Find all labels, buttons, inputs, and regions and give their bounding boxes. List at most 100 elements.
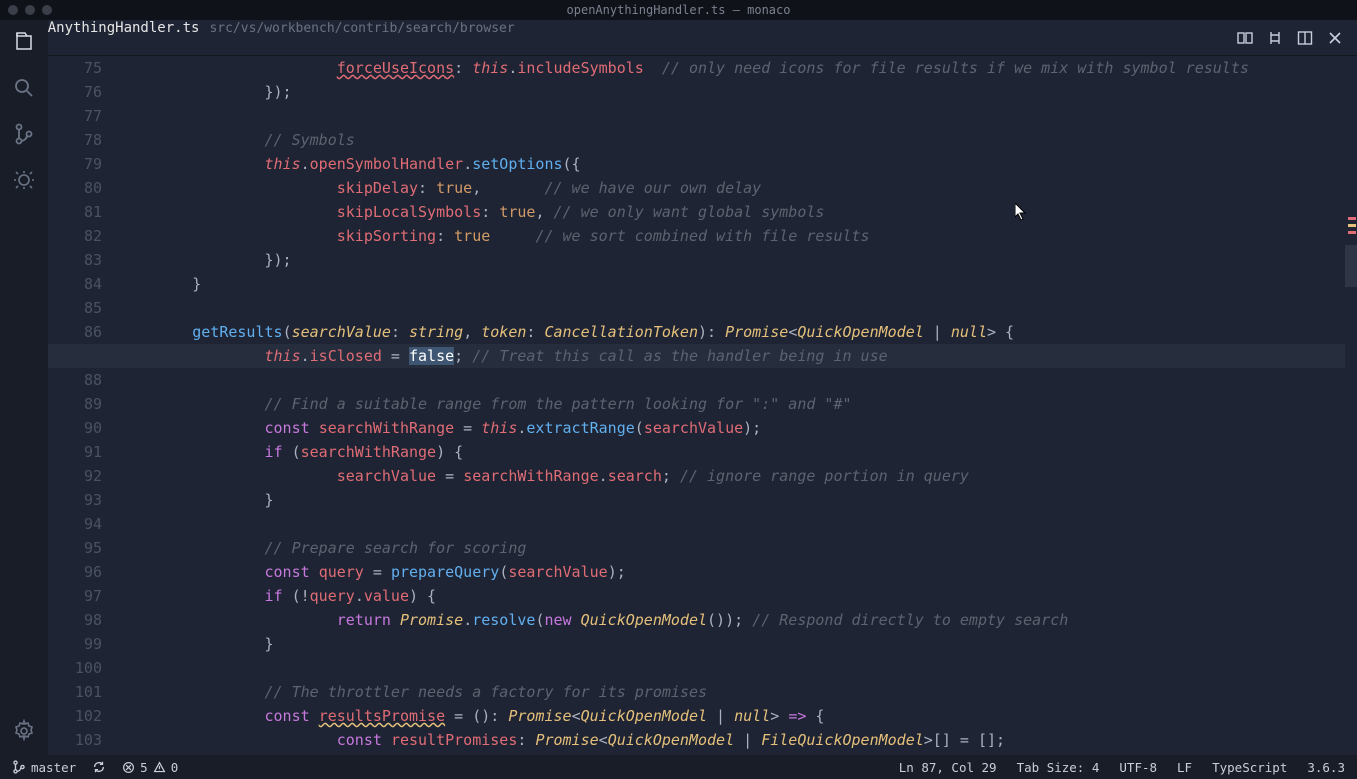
close-icon[interactable] bbox=[1327, 30, 1343, 46]
branch-name: master bbox=[31, 760, 76, 775]
code-line[interactable]: }); bbox=[120, 248, 1343, 272]
line-number-gutter: 7576777879808182838485868788899091929394… bbox=[48, 56, 120, 755]
traffic-lights[interactable] bbox=[8, 5, 52, 15]
code-line[interactable] bbox=[120, 104, 1343, 128]
code-line[interactable]: }); bbox=[120, 80, 1343, 104]
line-number: 91 bbox=[48, 440, 102, 464]
ruler-thumb[interactable] bbox=[1345, 245, 1357, 287]
code-line[interactable]: skipDelay: true, // we have our own dela… bbox=[120, 176, 1343, 200]
tab-open-file[interactable]: openAnythingHandler.ts src/vs/workbench/… bbox=[0, 20, 529, 55]
explorer-icon[interactable] bbox=[10, 28, 38, 56]
line-number: 84 bbox=[48, 272, 102, 296]
ruler-marker bbox=[1348, 231, 1356, 234]
status-sync-icon[interactable] bbox=[92, 760, 106, 774]
status-branch[interactable]: master bbox=[12, 760, 76, 775]
line-number: 75 bbox=[48, 56, 102, 80]
code-line[interactable]: const resultPromises: Promise<QuickOpenM… bbox=[120, 728, 1343, 752]
code-line[interactable] bbox=[120, 368, 1343, 392]
code-line[interactable]: } bbox=[120, 272, 1343, 296]
line-number: 103 bbox=[48, 728, 102, 752]
line-number: 90 bbox=[48, 416, 102, 440]
debug-icon[interactable] bbox=[10, 166, 38, 194]
error-icon bbox=[122, 761, 135, 774]
code-line[interactable]: const query = prepareQuery(searchValue); bbox=[120, 560, 1343, 584]
status-bar: master 5 0 Ln 87, Col 29 Tab Size: 4 UTF… bbox=[0, 755, 1357, 779]
line-number: 95 bbox=[48, 536, 102, 560]
code-line[interactable]: return Promise.resolve(new QuickOpenMode… bbox=[120, 608, 1343, 632]
settings-gear-icon[interactable] bbox=[10, 717, 38, 745]
code-line[interactable]: // Prepare search for scoring bbox=[120, 536, 1343, 560]
code-line[interactable]: // Symbols bbox=[120, 128, 1343, 152]
code-line[interactable]: } bbox=[120, 488, 1343, 512]
tab-filepath: src/vs/workbench/contrib/search/browser bbox=[209, 21, 514, 36]
errors-count: 0 bbox=[171, 760, 179, 775]
warning-icon bbox=[153, 761, 166, 774]
status-encoding[interactable]: UTF-8 bbox=[1119, 760, 1157, 775]
code-line[interactable]: // The throttler needs a factory for its… bbox=[120, 680, 1343, 704]
line-number: 94 bbox=[48, 512, 102, 536]
editor-actions bbox=[1237, 30, 1357, 46]
line-number: 92 bbox=[48, 464, 102, 488]
code-line[interactable] bbox=[120, 656, 1343, 680]
code-line[interactable]: if (searchWithRange) { bbox=[120, 440, 1343, 464]
code-line[interactable]: getResults(searchValue: string, token: C… bbox=[120, 320, 1343, 344]
overview-ruler[interactable] bbox=[1345, 56, 1357, 755]
window-title: openAnythingHandler.ts — monaco bbox=[567, 3, 791, 17]
minimize-dot[interactable] bbox=[25, 5, 35, 15]
close-dot[interactable] bbox=[8, 5, 18, 15]
status-language[interactable]: TypeScript bbox=[1212, 760, 1287, 775]
titlebar: openAnythingHandler.ts — monaco bbox=[0, 0, 1357, 20]
line-number: 79 bbox=[48, 152, 102, 176]
line-number: 78 bbox=[48, 128, 102, 152]
line-number: 88 bbox=[48, 368, 102, 392]
line-number: 82 bbox=[48, 224, 102, 248]
line-number: 83 bbox=[48, 248, 102, 272]
compare-icon[interactable] bbox=[1237, 30, 1253, 46]
line-number: 89 bbox=[48, 392, 102, 416]
code-line[interactable]: searchValue = searchWithRange.search; //… bbox=[120, 464, 1343, 488]
code-line[interactable]: // Find a suitable range from the patter… bbox=[120, 392, 1343, 416]
ruler-marker bbox=[1348, 224, 1356, 227]
line-number: 101 bbox=[48, 680, 102, 704]
line-number: 81 bbox=[48, 200, 102, 224]
code-line[interactable]: skipSorting: true // we sort combined wi… bbox=[120, 224, 1343, 248]
line-number: 96 bbox=[48, 560, 102, 584]
line-number: 93 bbox=[48, 488, 102, 512]
branch-icon bbox=[12, 760, 26, 774]
code-line[interactable]: const resultsPromise = (): Promise<Quick… bbox=[120, 704, 1343, 728]
status-ts-version[interactable]: 3.6.3 bbox=[1307, 760, 1345, 775]
editor[interactable]: 7576777879808182838485868788899091929394… bbox=[48, 56, 1357, 755]
line-number: 86 bbox=[48, 320, 102, 344]
code-line[interactable] bbox=[120, 512, 1343, 536]
zoom-dot[interactable] bbox=[42, 5, 52, 15]
code-line[interactable]: } bbox=[120, 632, 1343, 656]
line-number: 77 bbox=[48, 104, 102, 128]
line-number: 97 bbox=[48, 584, 102, 608]
code-line[interactable]: skipLocalSymbols: true, // we only want … bbox=[120, 200, 1343, 224]
line-number: 98 bbox=[48, 608, 102, 632]
code-line[interactable] bbox=[120, 296, 1343, 320]
ruler-marker bbox=[1348, 217, 1356, 220]
line-number: 102 bbox=[48, 704, 102, 728]
line-number: 76 bbox=[48, 80, 102, 104]
line-number: 80 bbox=[48, 176, 102, 200]
code-line[interactable]: const searchWithRange = this.extractRang… bbox=[120, 416, 1343, 440]
code-line[interactable]: this.isClosed = false; // Treat this cal… bbox=[48, 344, 1357, 368]
code-line[interactable]: this.openSymbolHandler.setOptions({ bbox=[120, 152, 1343, 176]
status-eol[interactable]: LF bbox=[1177, 760, 1192, 775]
status-cursor[interactable]: Ln 87, Col 29 bbox=[899, 760, 997, 775]
line-number: 99 bbox=[48, 632, 102, 656]
status-problems[interactable]: 5 0 bbox=[122, 760, 178, 775]
status-tabsize[interactable]: Tab Size: 4 bbox=[1017, 760, 1100, 775]
code-line[interactable]: forceUseIcons: this.includeSymbols // on… bbox=[120, 56, 1343, 80]
code-line[interactable]: if (!query.value) { bbox=[120, 584, 1343, 608]
activity-bar bbox=[0, 20, 48, 755]
split-editor-icon[interactable] bbox=[1297, 30, 1313, 46]
line-number: 85 bbox=[48, 296, 102, 320]
tab-strip: openAnythingHandler.ts src/vs/workbench/… bbox=[0, 20, 1357, 56]
source-control-icon[interactable] bbox=[10, 120, 38, 148]
code-area[interactable]: forceUseIcons: this.includeSymbols // on… bbox=[120, 56, 1343, 755]
search-icon[interactable] bbox=[10, 74, 38, 102]
open-changes-icon[interactable] bbox=[1267, 30, 1283, 46]
warnings-count: 5 bbox=[140, 760, 148, 775]
